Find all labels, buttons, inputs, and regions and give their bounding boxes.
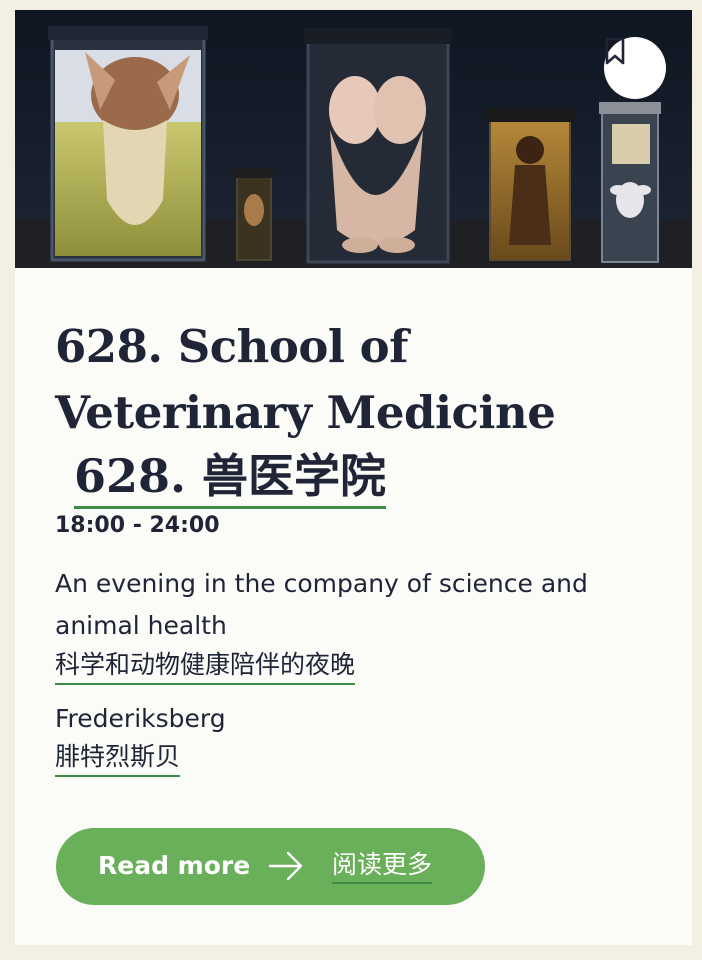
event-description-translation: 科学和动物健康陪伴的夜晚: [55, 647, 356, 685]
event-location-translation: 腓特烈斯贝: [55, 739, 181, 777]
event-description: An evening in the company of science and…: [55, 569, 588, 640]
event-title[interactable]: 628. School of Veterinary Medicine: [55, 314, 665, 446]
read-more-translation: 阅读更多: [332, 848, 433, 884]
event-location: Frederiksberg: [55, 704, 226, 733]
read-more-label: Read more: [98, 851, 251, 880]
arrow-right-icon: [268, 851, 303, 881]
event-title-translation[interactable]: 628. 兽医学院: [74, 446, 387, 509]
read-more-button[interactable]: Read more 阅读更多: [56, 828, 485, 905]
bookmark-button[interactable]: [604, 37, 666, 99]
event-content: 628. School of Veterinary Medicine 628. …: [55, 314, 665, 777]
event-card[interactable]: 628. School of Veterinary Medicine 628. …: [15, 10, 692, 945]
hero-image: [15, 10, 692, 268]
event-time: 18:00 - 24:00: [55, 513, 220, 538]
bookmark-icon: [605, 37, 625, 65]
specimen-jars-photo: [15, 10, 692, 268]
